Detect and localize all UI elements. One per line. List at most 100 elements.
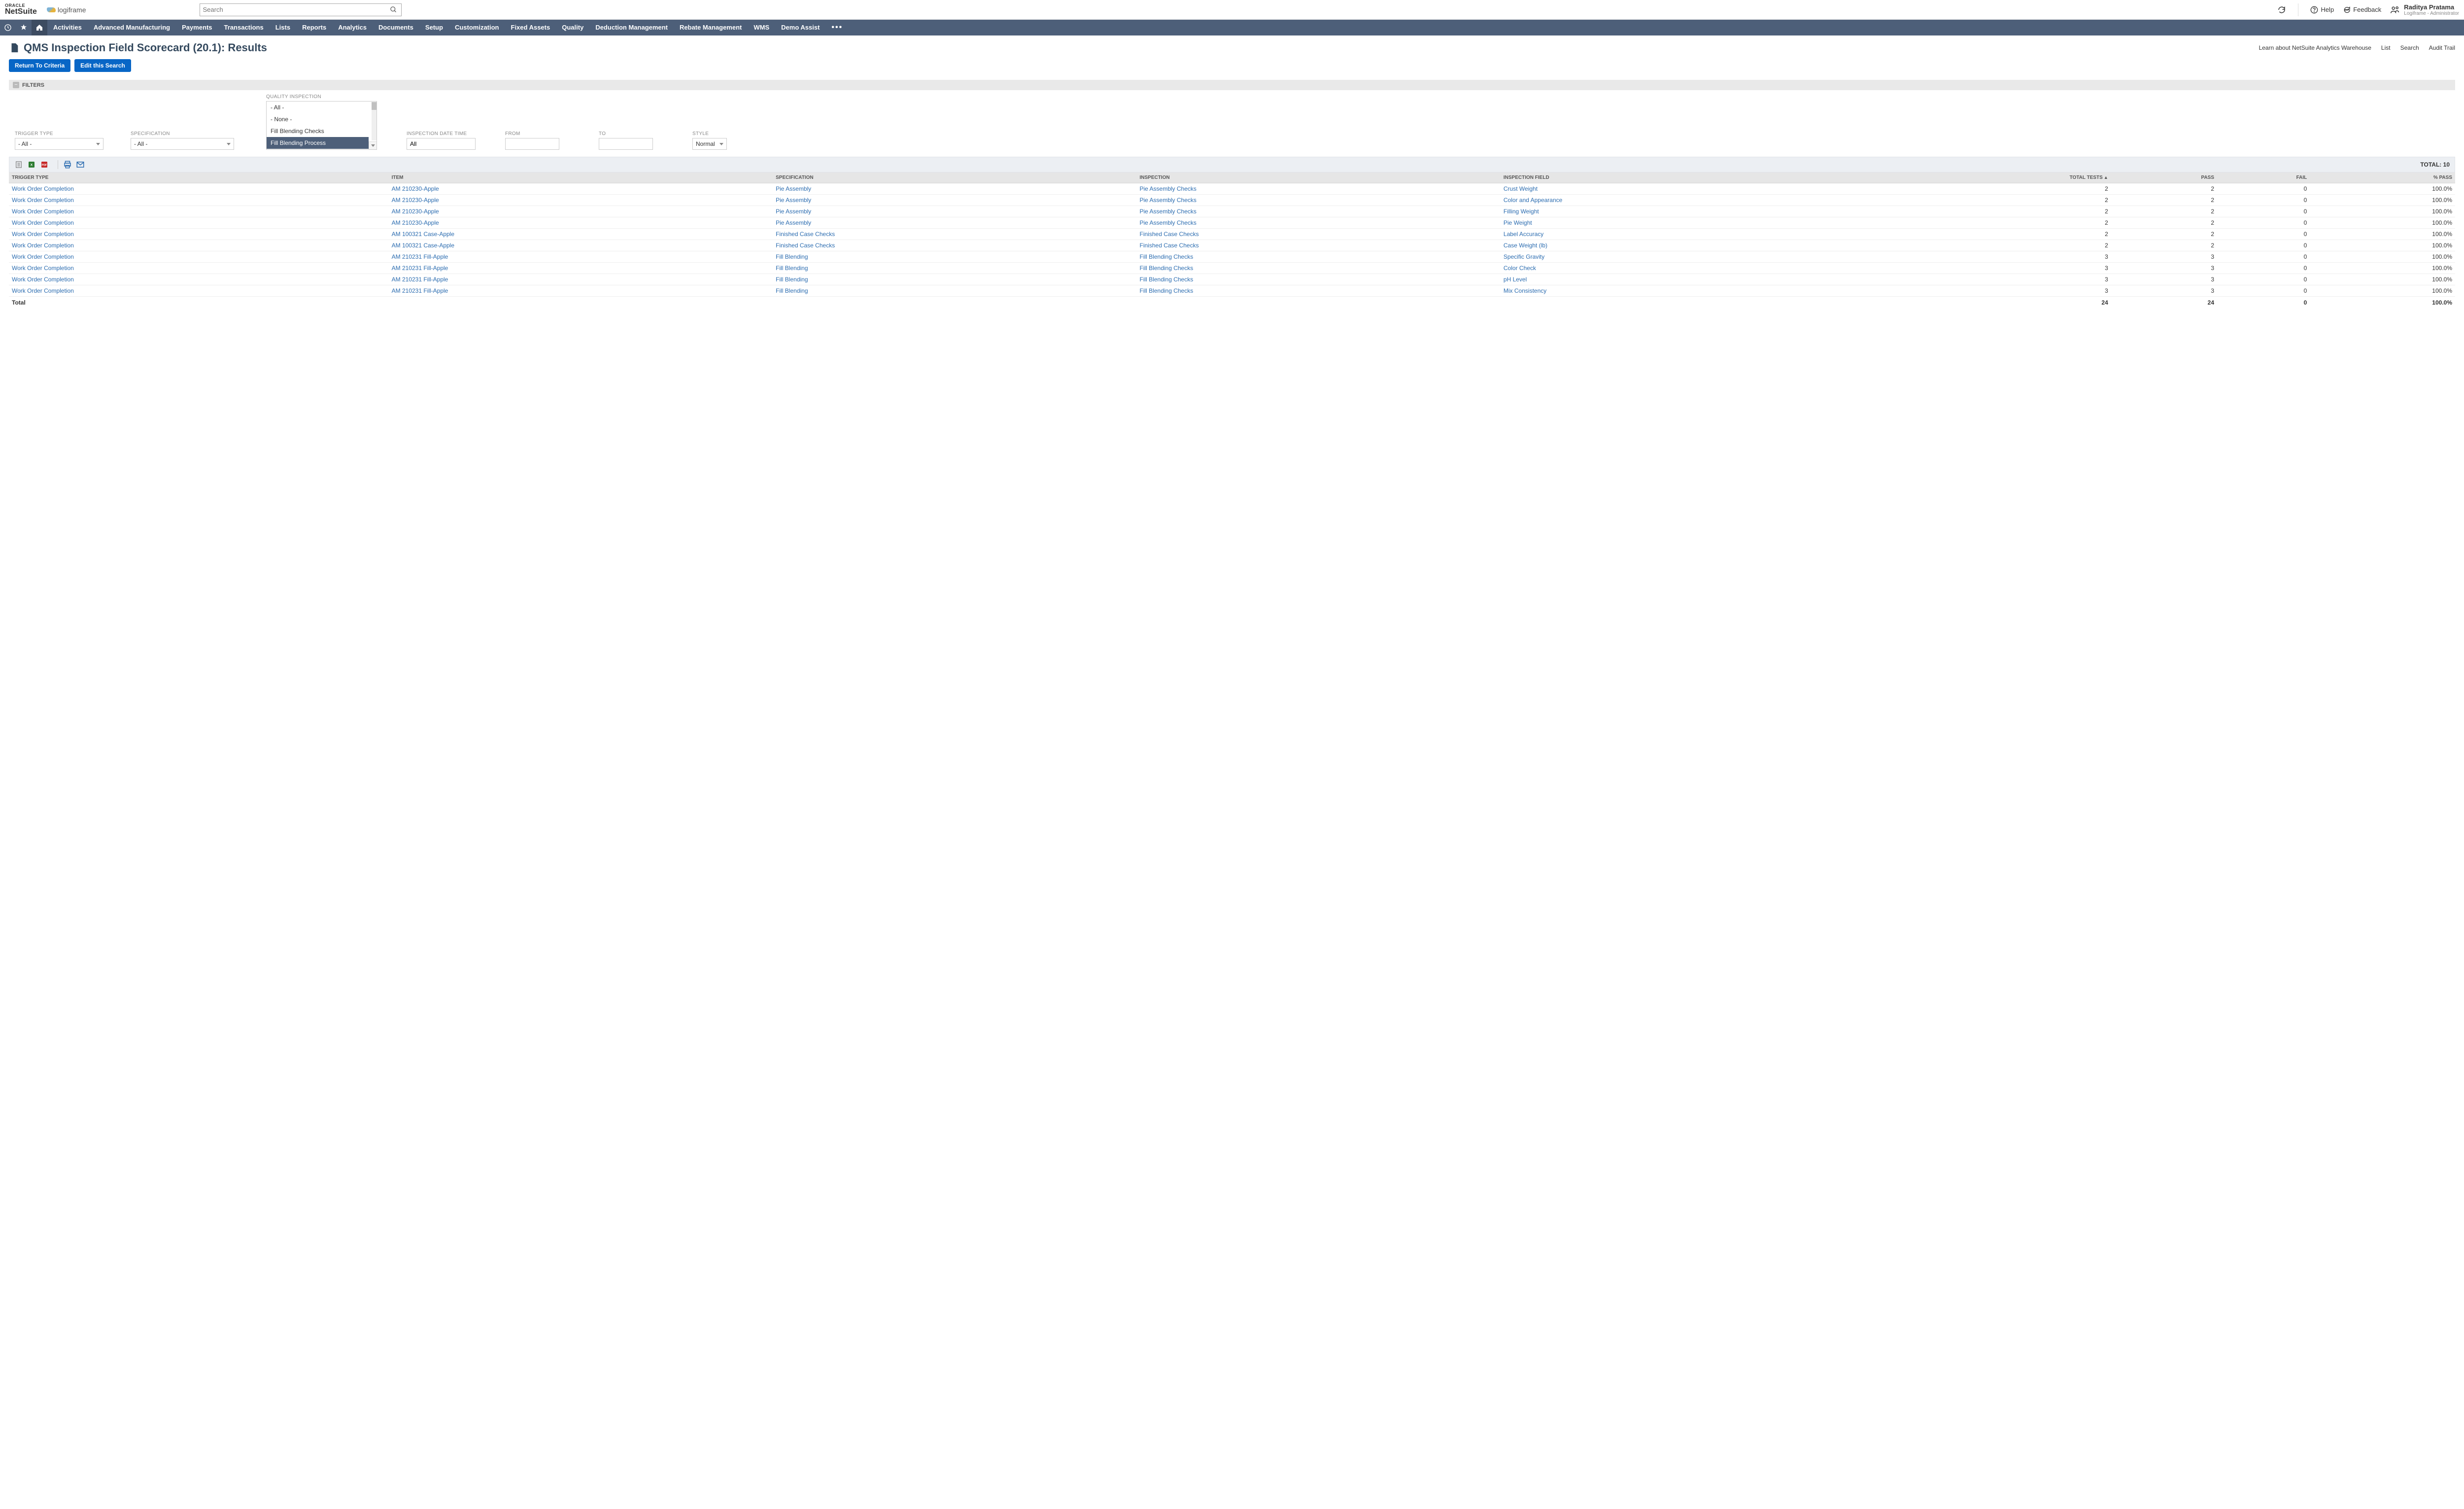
cell-spec[interactable]: Fill Blending: [776, 287, 808, 294]
user-menu[interactable]: Raditya Pratama Logiframe - Administrato…: [2390, 3, 2459, 16]
cell-item[interactable]: AM 210231 Fill-Apple: [392, 253, 448, 260]
cell-item[interactable]: AM 100321 Case-Apple: [392, 242, 454, 249]
cell-inspection[interactable]: Fill Blending Checks: [1140, 287, 1194, 294]
nav-analytics[interactable]: Analytics: [332, 20, 373, 35]
cell-inspection[interactable]: Finished Case Checks: [1140, 242, 1199, 249]
qi-dropdown-arrow-icon[interactable]: [369, 141, 376, 149]
specification-select[interactable]: - All -: [131, 138, 234, 150]
cell-spec[interactable]: Fill Blending: [776, 253, 808, 260]
cell-item[interactable]: AM 210230-Apple: [392, 185, 439, 192]
collapse-filters-icon[interactable]: −: [13, 82, 19, 88]
col-fail[interactable]: FAIL: [2217, 172, 2310, 183]
qi-option-fill-blending-checks[interactable]: Fill Blending Checks: [267, 125, 369, 137]
cell-inspection[interactable]: Pie Assembly Checks: [1140, 208, 1197, 215]
nav-rebate-management[interactable]: Rebate Management: [674, 20, 748, 35]
col-inspection[interactable]: INSPECTION: [1137, 172, 1501, 183]
cell-inspection[interactable]: Fill Blending Checks: [1140, 265, 1194, 272]
cell-trigger[interactable]: Work Order Completion: [12, 197, 74, 204]
cell-item[interactable]: AM 210231 Fill-Apple: [392, 287, 448, 294]
cell-trigger[interactable]: Work Order Completion: [12, 287, 74, 294]
cell-trigger[interactable]: Work Order Completion: [12, 242, 74, 249]
cell-item[interactable]: AM 210231 Fill-Apple: [392, 265, 448, 272]
nav-advanced-manufacturing[interactable]: Advanced Manufacturing: [88, 20, 176, 35]
col-pass[interactable]: PASS: [2111, 172, 2217, 183]
style-select[interactable]: Normal: [692, 138, 727, 150]
cell-inspection[interactable]: Finished Case Checks: [1140, 231, 1199, 238]
cell-trigger[interactable]: Work Order Completion: [12, 185, 74, 192]
nav-setup[interactable]: Setup: [419, 20, 449, 35]
col-inspection-field[interactable]: INSPECTION FIELD: [1501, 172, 1863, 183]
cell-spec[interactable]: Finished Case Checks: [776, 231, 835, 238]
from-input[interactable]: [505, 138, 559, 150]
cell-item[interactable]: AM 210230-Apple: [392, 208, 439, 215]
nav-activities[interactable]: Activities: [47, 20, 88, 35]
list-link[interactable]: List: [2381, 44, 2391, 51]
cell-trigger[interactable]: Work Order Completion: [12, 265, 74, 272]
search-icon[interactable]: [390, 6, 397, 13]
cell-trigger[interactable]: Work Order Completion: [12, 219, 74, 226]
cell-inspection-field[interactable]: Pie Weight: [1504, 219, 1532, 226]
quality-inspection-listbox[interactable]: - All - - None - Fill Blending Checks Fi…: [266, 101, 377, 150]
cell-inspection-field[interactable]: Mix Consistency: [1504, 287, 1546, 294]
edit-this-search-button[interactable]: Edit this Search: [74, 59, 131, 72]
search-input[interactable]: [200, 3, 402, 16]
cell-inspection-field[interactable]: Color Check: [1504, 265, 1536, 272]
nav-customization[interactable]: Customization: [449, 20, 505, 35]
nav-documents[interactable]: Documents: [373, 20, 419, 35]
cell-inspection-field[interactable]: pH Level: [1504, 276, 1527, 283]
to-input[interactable]: [599, 138, 653, 150]
qi-scroll-thumb[interactable]: [372, 102, 376, 110]
trigger-type-select[interactable]: - All -: [15, 138, 103, 150]
cell-inspection[interactable]: Fill Blending Checks: [1140, 276, 1194, 283]
qi-option-all[interactable]: - All -: [267, 102, 369, 113]
cell-spec[interactable]: Pie Assembly: [776, 208, 811, 215]
cell-inspection[interactable]: Pie Assembly Checks: [1140, 185, 1197, 192]
sync-icon[interactable]: [2277, 5, 2286, 14]
cell-trigger[interactable]: Work Order Completion: [12, 253, 74, 260]
cell-spec[interactable]: Finished Case Checks: [776, 242, 835, 249]
col-trigger-type[interactable]: TRIGGER TYPE: [9, 172, 389, 183]
cell-spec[interactable]: Pie Assembly: [776, 197, 811, 204]
cell-trigger[interactable]: Work Order Completion: [12, 276, 74, 283]
col-total-tests[interactable]: TOTAL TESTS▲: [1863, 172, 2111, 183]
cell-spec[interactable]: Fill Blending: [776, 276, 808, 283]
nav-fixed-assets[interactable]: Fixed Assets: [505, 20, 556, 35]
home-icon[interactable]: [32, 20, 47, 35]
cell-inspection-field[interactable]: Specific Gravity: [1504, 253, 1544, 260]
help-link[interactable]: Help: [2310, 6, 2334, 14]
nav-reports[interactable]: Reports: [296, 20, 332, 35]
inspection-date-time-input[interactable]: [407, 138, 476, 150]
cell-inspection[interactable]: Pie Assembly Checks: [1140, 219, 1197, 226]
qi-option-fill-blending-process[interactable]: Fill Blending Process: [267, 137, 369, 149]
cell-trigger[interactable]: Work Order Completion: [12, 208, 74, 215]
export-csv-icon[interactable]: [14, 160, 23, 169]
cell-item[interactable]: AM 210231 Fill-Apple: [392, 276, 448, 283]
nav-payments[interactable]: Payments: [176, 20, 218, 35]
return-to-criteria-button[interactable]: Return To Criteria: [9, 59, 70, 72]
nav-transactions[interactable]: Transactions: [218, 20, 270, 35]
cell-inspection-field[interactable]: Label Accuracy: [1504, 231, 1543, 238]
cell-inspection-field[interactable]: Color and Appearance: [1504, 197, 1562, 204]
cell-spec[interactable]: Pie Assembly: [776, 219, 811, 226]
cell-inspection-field[interactable]: Crust Weight: [1504, 185, 1538, 192]
email-icon[interactable]: [76, 160, 85, 169]
audit-trail-link[interactable]: Audit Trail: [2429, 44, 2455, 51]
export-pdf-icon[interactable]: PDF: [40, 160, 49, 169]
col-item[interactable]: ITEM: [389, 172, 773, 183]
nav-wms[interactable]: WMS: [748, 20, 775, 35]
cell-item[interactable]: AM 210230-Apple: [392, 197, 439, 204]
cell-inspection[interactable]: Fill Blending Checks: [1140, 253, 1194, 260]
nav-deduction-management[interactable]: Deduction Management: [589, 20, 674, 35]
search-link[interactable]: Search: [2400, 44, 2419, 51]
learn-link[interactable]: Learn about NetSuite Analytics Warehouse: [2259, 44, 2371, 51]
cell-inspection-field[interactable]: Case Weight (lb): [1504, 242, 1547, 249]
cell-spec[interactable]: Pie Assembly: [776, 185, 811, 192]
nav-lists[interactable]: Lists: [270, 20, 296, 35]
recent-icon[interactable]: [0, 20, 16, 35]
nav-demo-assist[interactable]: Demo Assist: [775, 20, 825, 35]
print-icon[interactable]: [63, 160, 72, 169]
qi-option-none[interactable]: - None -: [267, 113, 369, 125]
nav-quality[interactable]: Quality: [556, 20, 589, 35]
cell-inspection-field[interactable]: Filling Weight: [1504, 208, 1539, 215]
feedback-link[interactable]: Feedback: [2343, 6, 2381, 14]
